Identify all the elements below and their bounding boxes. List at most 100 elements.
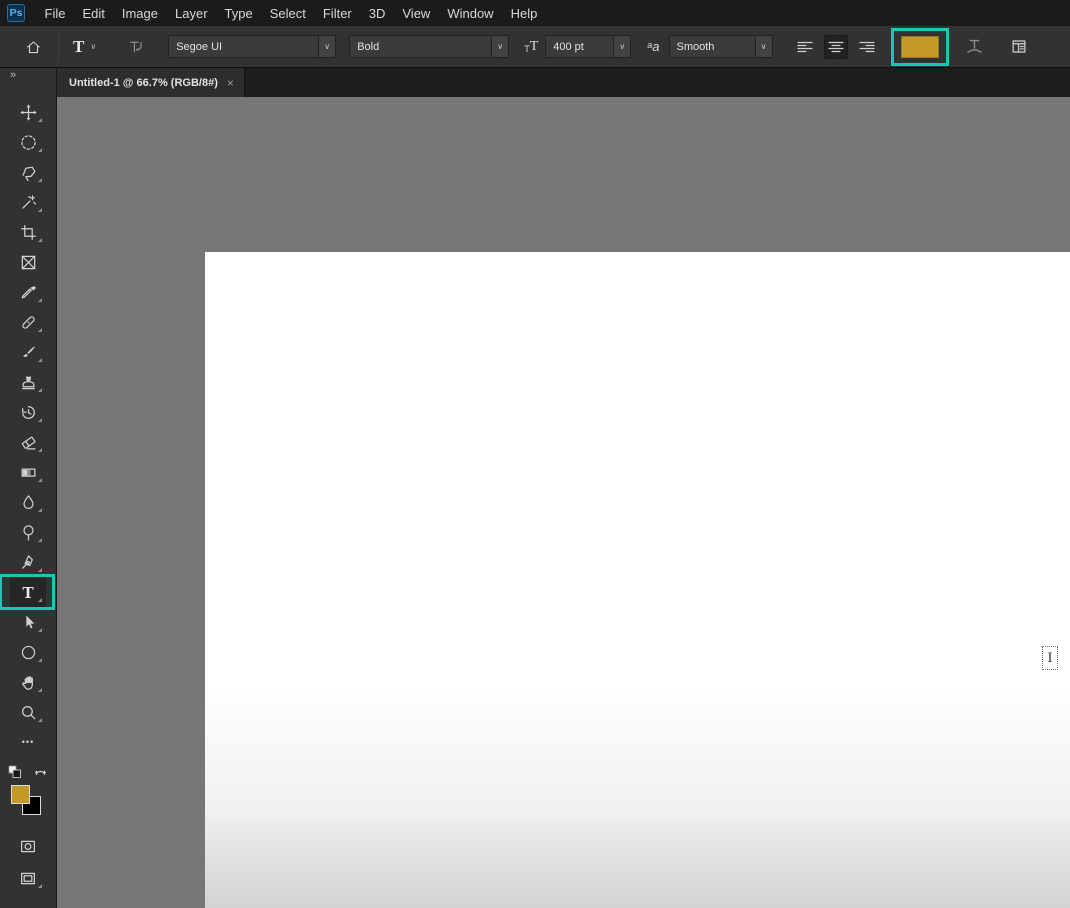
home-button[interactable] [20,34,46,60]
font-size-value: 400 pt [553,40,584,53]
ellipse-tool[interactable] [10,637,46,667]
menu-filter[interactable]: Filter [314,6,360,21]
photoshop-logo-text: Ps [9,7,23,19]
quick-mask-button[interactable] [10,831,46,861]
history-brush-tool[interactable] [10,397,46,427]
brush-tool[interactable] [10,337,46,367]
tool-preset-picker[interactable]: T ∨ [73,38,96,55]
text-orientation-icon [130,41,142,53]
align-center-button[interactable] [823,34,848,59]
document-canvas[interactable] [205,252,1070,908]
toggle-panels-button[interactable] [1007,35,1031,59]
toolbar: » T ••• [0,68,57,908]
toolbar-collapse-button[interactable]: » [0,68,17,84]
close-tab-icon[interactable]: × [227,76,234,90]
document-tab-title: Untitled-1 @ 66.7% (RGB/8#) [69,76,218,89]
screen-mode-icon [21,872,35,884]
anti-alias-select[interactable]: Smooth ∨ [668,35,773,58]
frame-icon [21,255,35,269]
menu-view[interactable]: View [394,6,439,21]
menu-image[interactable]: Image [113,6,166,21]
menu-file[interactable]: File [36,6,74,21]
foreground-color-chip[interactable] [11,785,30,804]
menu-help[interactable]: Help [502,6,546,21]
type-tool-preset-icon: T [73,37,85,56]
type-tool-icon: T [22,582,34,602]
anti-alias-icon-large: a [652,39,660,54]
eyedropper-tool[interactable] [10,277,46,307]
eraser-tool[interactable] [10,427,46,457]
magic-wand-icon [21,194,36,209]
clone-stamp-tool[interactable] [10,367,46,397]
text-orientation-toggle[interactable] [124,35,148,59]
hand-tool[interactable] [10,667,46,697]
font-style-select[interactable]: Bold ∨ [349,35,510,58]
font-family-select[interactable]: Segoe UI ∨ [168,35,337,58]
align-left-icon [796,41,813,52]
polygonal-lasso-tool[interactable] [10,157,46,187]
character-panel-icon [1012,40,1025,53]
align-right-button[interactable] [855,35,879,59]
menu-edit[interactable]: Edit [74,6,113,21]
canvas-workspace[interactable]: I [57,97,1070,908]
screen-mode-button[interactable] [10,863,46,893]
quick-selection-tool[interactable] [10,187,46,217]
menu-window[interactable]: Window [439,6,502,21]
path-selection-tool[interactable] [10,607,46,637]
align-left-button[interactable] [793,35,817,59]
home-icon [26,40,40,53]
menu-3d[interactable]: 3D [360,6,394,21]
swap-colors-icon[interactable] [33,766,48,778]
edit-toolbar-button[interactable]: ••• [10,727,46,757]
default-colors-icon[interactable] [8,765,22,779]
pen-nib-icon [21,554,33,569]
document-tab-bar: Untitled-1 @ 66.7% (RGB/8#) × [57,68,1070,97]
warp-text-button[interactable] [963,34,987,60]
text-color-swatch[interactable] [900,35,939,58]
text-insertion-cursor: I [1042,646,1058,670]
elliptical-marquee-icon [20,134,36,150]
zoom-tool[interactable] [10,697,46,727]
frame-tool[interactable] [10,247,46,277]
brush-icon [22,345,35,357]
move-tool[interactable] [10,97,46,127]
chevron-down-icon[interactable]: ∨ [754,36,772,57]
gradient-tool[interactable] [10,457,46,487]
font-family-value: Segoe UI [176,40,223,53]
options-separator [58,32,59,61]
font-size-icon: T T [524,38,539,54]
crop-tool[interactable] [10,217,46,247]
font-size-select[interactable]: 400 pt ∨ [545,35,632,58]
text-color-swatch-wrap [890,27,949,66]
font-style-value: Bold [357,40,380,53]
spot-healing-brush-tool[interactable] [10,307,46,337]
pen-tool[interactable] [10,547,46,577]
photoshop-logo[interactable]: Ps [7,4,25,22]
magnifier-icon [21,705,35,719]
i-beam-glyph: I [1047,649,1053,666]
dodge-tool[interactable] [10,517,46,547]
crop-icon [20,224,36,240]
color-chips [11,785,45,819]
warp-text-icon [967,39,982,53]
tools-list: T ••• [0,97,55,757]
menu-select[interactable]: Select [261,6,314,21]
chevron-down-icon[interactable]: ∨ [613,36,631,57]
anti-alias-value: Smooth [676,40,715,53]
type-tool[interactable]: T [0,574,55,610]
menu-type[interactable]: Type [216,6,261,21]
quick-mask-icon [21,840,35,852]
chevron-down-icon[interactable]: ∨ [491,36,509,57]
elliptical-marquee-tool[interactable] [10,127,46,157]
anti-alias-icon: a a [647,40,659,53]
ellipse-shape-icon [21,645,35,659]
dodge-icon [22,524,34,541]
chevron-down-icon[interactable]: ∨ [318,36,336,57]
eraser-icon [21,436,35,449]
selection-arrow-icon [25,615,34,628]
font-size-icon-large: T [529,38,539,54]
document-tab[interactable]: Untitled-1 @ 66.7% (RGB/8#) × [57,68,245,97]
more-tools-icon: ••• [21,737,35,747]
menu-layer[interactable]: Layer [167,6,217,21]
blur-tool[interactable] [10,487,46,517]
